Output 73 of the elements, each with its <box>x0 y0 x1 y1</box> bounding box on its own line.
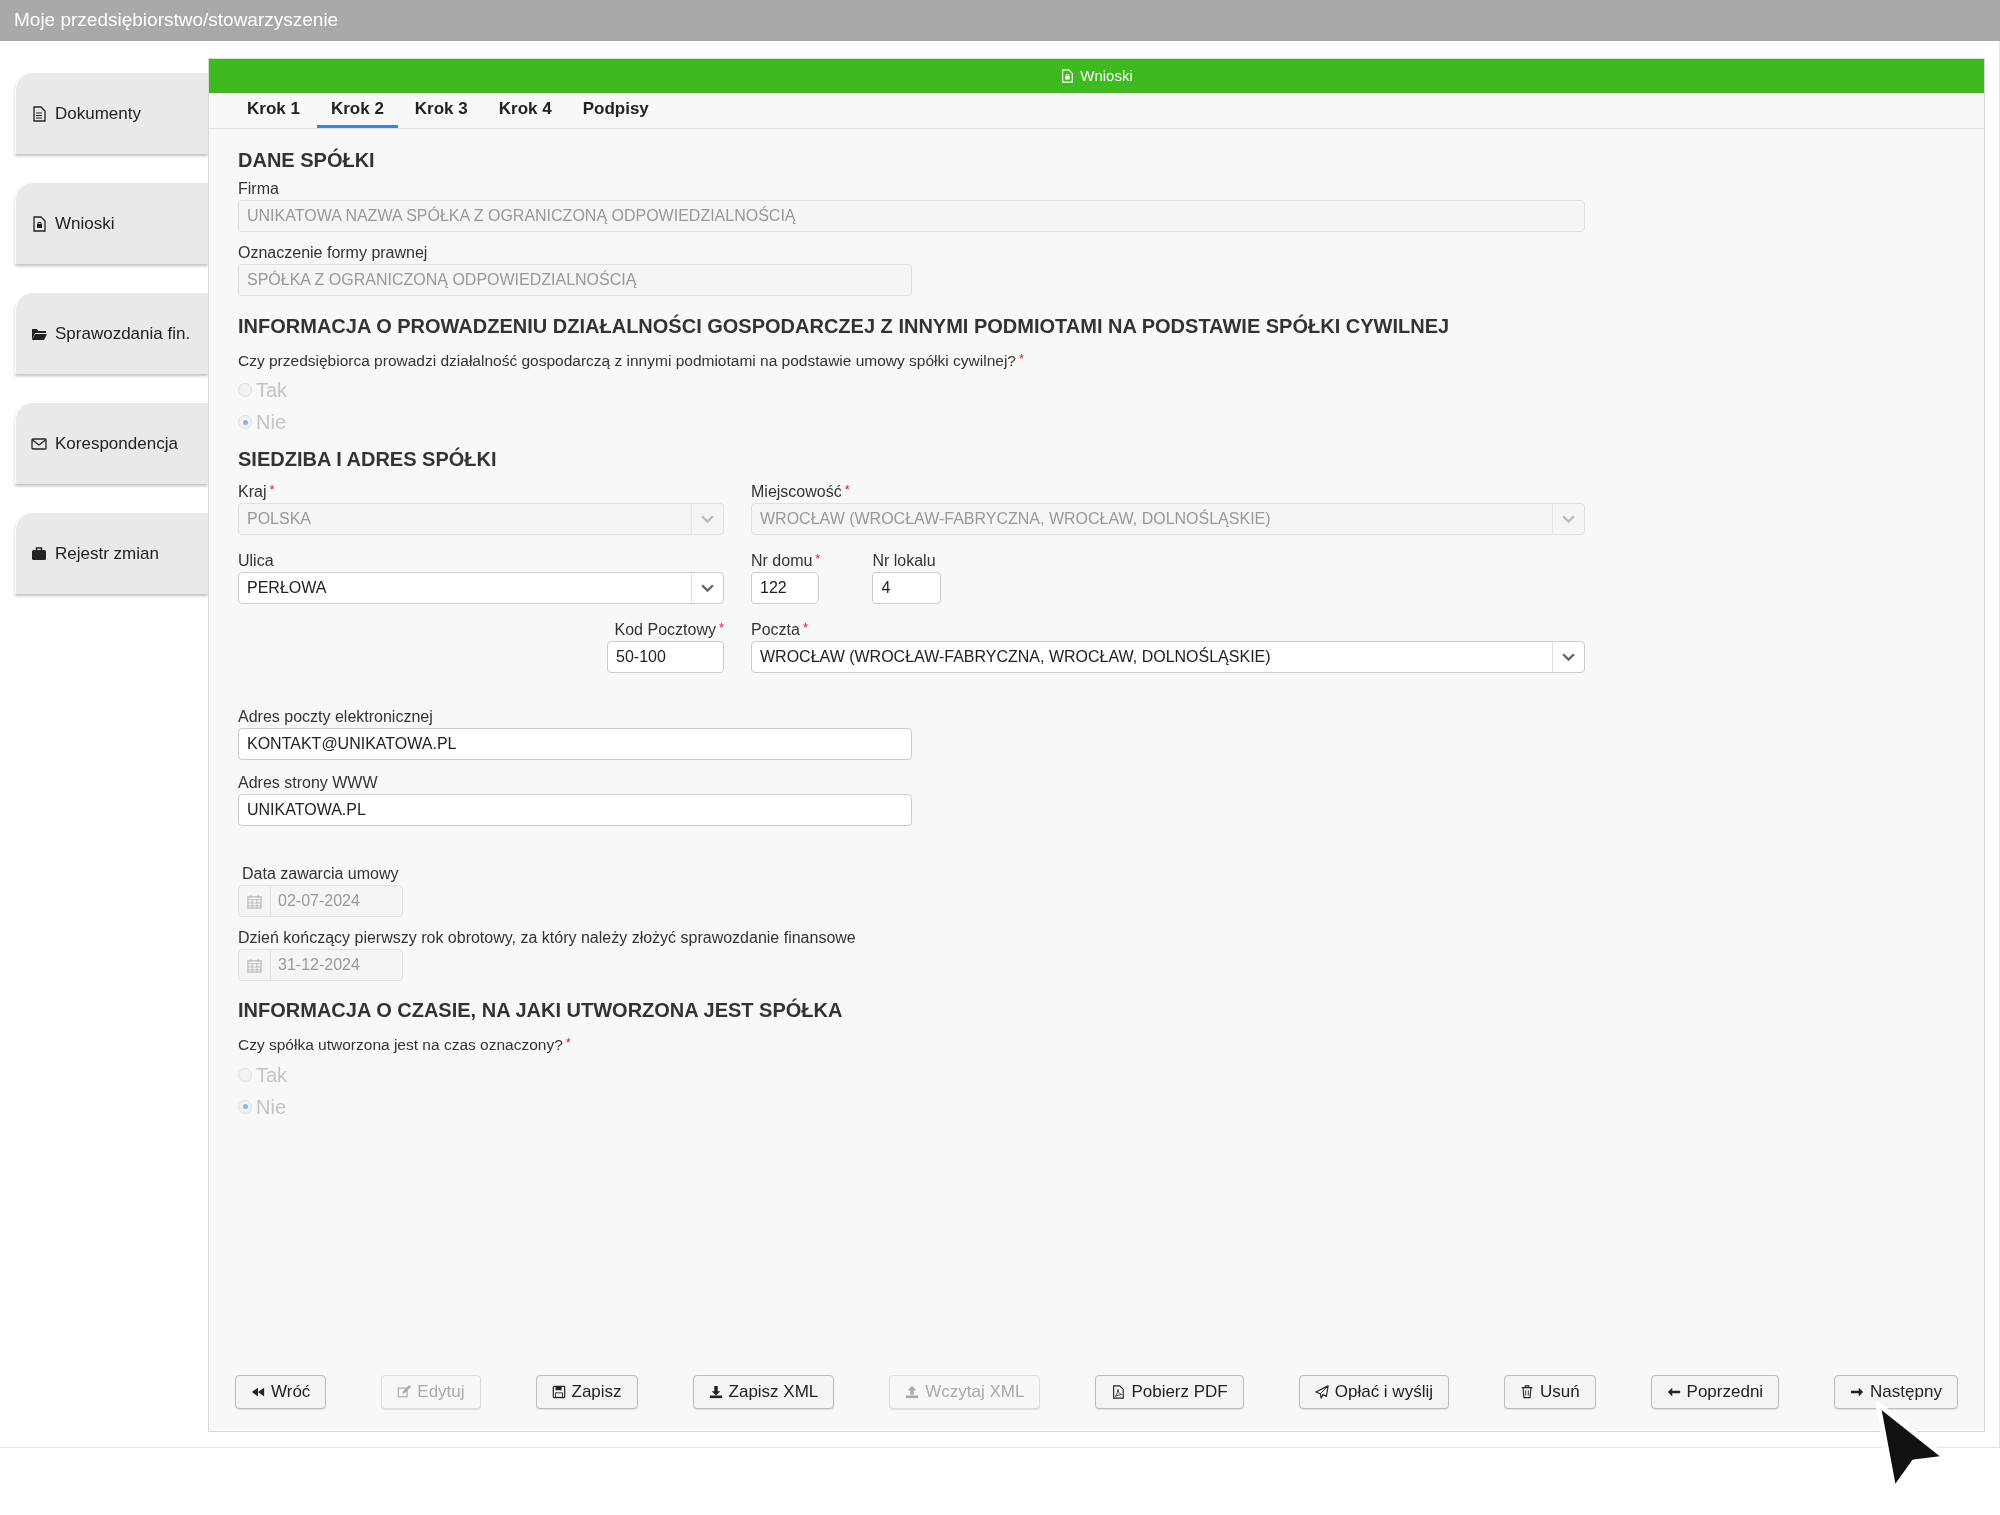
question-text: Czy przedsiębiorca prowadzi działalność gospodarczą z innymi podmiotami na podstawie umowy spółki cywilnej? <box>238 351 1016 371</box>
input-field[interactable]: KONTAKT@UNIKATOWA.PL <box>238 728 912 761</box>
file-icon <box>31 105 47 122</box>
action-button[interactable]: Opłać i wyślij <box>1298 1375 1449 1409</box>
field-label: Adres strony WWW <box>238 773 378 794</box>
select-field[interactable]: PERŁOWA <box>238 572 724 605</box>
arrow-right-icon <box>1850 1385 1865 1399</box>
upload-icon <box>905 1385 920 1399</box>
action-button[interactable]: Poprzedni <box>1650 1375 1780 1409</box>
envelope-icon <box>31 435 47 452</box>
sidebar-item[interactable]: Korespondencja <box>15 402 208 484</box>
backward-icon <box>251 1385 265 1399</box>
edit-icon <box>397 1385 412 1399</box>
trash-icon <box>1519 1385 1534 1399</box>
required-mark: * <box>269 481 275 500</box>
field-label: Ulica <box>238 551 274 572</box>
step-tab[interactable]: Krok 3 <box>400 93 482 128</box>
field-label: Oznaczenie formy prawnej <box>238 243 428 263</box>
pdf-file-icon <box>1111 1385 1126 1399</box>
paper-plane-icon <box>1314 1385 1329 1399</box>
section-heading: INFORMACJA O CZASIE, NA JAKI UTWORZONA JEST SPÓŁKA <box>238 997 844 1024</box>
file-lock-icon <box>31 215 47 232</box>
field-label: Nr domu <box>751 551 813 572</box>
sidebar-item[interactable]: Wnioski <box>15 182 208 264</box>
section-heading: SIEDZIBA I ADRES SPÓŁKI <box>238 446 498 473</box>
sidebar-item[interactable]: Sprawozdania fin. <box>15 292 208 374</box>
step-tab[interactable]: Podpisy <box>568 93 663 128</box>
field-label: Data zawarcia umowy <box>242 864 399 885</box>
chevron-down-icon <box>1562 514 1575 524</box>
input-field[interactable]: UNIKATOWA.PL <box>238 794 912 827</box>
required-mark: * <box>815 550 821 569</box>
select-field[interactable]: WROCŁAW (WROCŁAW-FABRYCZNA, WROCŁAW, DOLNOŚLĄSKIE) <box>751 641 1585 674</box>
briefcase-icon <box>31 545 47 562</box>
field-label: Nr lokalu <box>872 551 936 572</box>
required-mark: * <box>718 619 724 638</box>
field-label: Kraj <box>238 482 267 503</box>
field-label: Dzień kończący pierwszy rok obrotowy, za który należy złożyć sprawozdanie finansowe <box>238 928 856 949</box>
action-button[interactable]: Usuń <box>1503 1375 1596 1409</box>
section-heading: DANE SPÓŁKI <box>238 147 376 173</box>
section-heading: INFORMACJA O PROWADZENIU DZIAŁALNOŚCI GOSPODARCZEJ Z INNYMI PODMIOTAMI NA PODSTAWIE SPÓŁKI CYWILNEJ <box>238 313 1451 339</box>
page-title: Moje przedsiębiorstwo/stowarzyszenie <box>14 8 339 33</box>
arrow-left-icon <box>1666 1385 1681 1399</box>
panel-title: Wnioski <box>1080 65 1133 86</box>
chevron-down-icon <box>701 514 714 524</box>
step-tab[interactable]: Krok 1 <box>233 93 314 128</box>
step-tab[interactable]: Krok 4 <box>484 93 566 128</box>
action-button[interactable]: Wróć <box>235 1375 327 1409</box>
action-button[interactable]: Następny <box>1834 1375 1958 1409</box>
required-mark: * <box>802 619 808 638</box>
field-label: Kod Pocztowy <box>614 620 716 641</box>
input-field[interactable]: 4 <box>872 572 942 605</box>
field-label: Miejscowość <box>751 482 842 503</box>
input-field[interactable]: 50-100 <box>607 641 724 674</box>
calendar-icon <box>247 893 262 909</box>
sidebar-item[interactable]: Dokumenty <box>15 72 208 154</box>
field-label: Firma <box>238 179 279 199</box>
action-button[interactable]: Pobierz PDF <box>1095 1375 1244 1409</box>
question-text: Czy spółka utworzona jest na czas oznaczony? <box>238 1035 563 1056</box>
chevron-down-icon <box>701 583 714 593</box>
field-label: Adres poczty elektronicznej <box>238 707 433 728</box>
required-mark: * <box>844 481 850 500</box>
step-tab[interactable]: Krok 2 <box>316 93 398 128</box>
required-mark: * <box>565 1034 571 1053</box>
required-mark: * <box>1018 350 1024 368</box>
calendar-icon <box>247 957 262 973</box>
file-lock-icon <box>1060 69 1075 83</box>
sidebar-item[interactable]: Rejestr zmian <box>15 512 208 594</box>
action-button[interactable]: Zapisz XML <box>692 1375 835 1409</box>
action-button[interactable]: Zapisz <box>535 1375 638 1409</box>
download-icon <box>708 1385 723 1399</box>
chevron-down-icon <box>1562 652 1575 662</box>
field-label: Poczta <box>751 620 800 641</box>
input-field[interactable]: 122 <box>751 572 819 605</box>
